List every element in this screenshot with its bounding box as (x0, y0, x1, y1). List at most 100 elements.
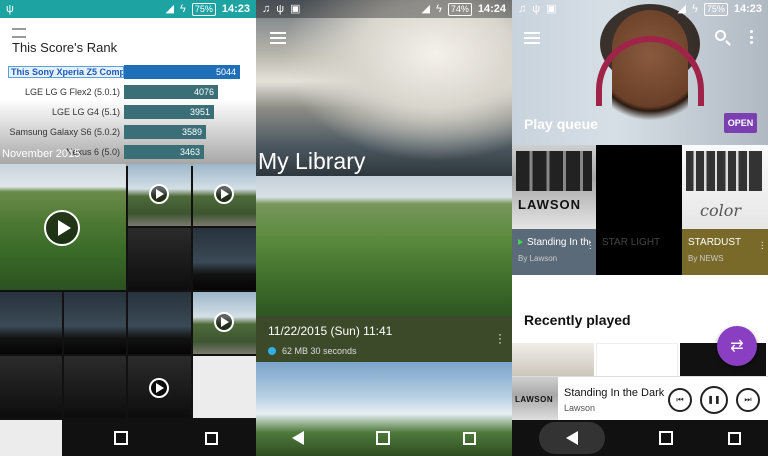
nav-bar (0, 420, 256, 456)
play-icon (214, 184, 234, 204)
home-button[interactable] (114, 431, 129, 445)
play-icon (44, 210, 80, 246)
usb-icon: ψ (6, 2, 14, 15)
open-button[interactable]: OPEN (724, 113, 757, 133)
queue-item-title-text: Standing In the Dark (527, 237, 590, 248)
rank-device-name: LGE LG G4 (5.1) (51, 106, 120, 117)
pause-icon[interactable]: ❚❚ (700, 385, 728, 414)
mini-player-art: LAWSON (512, 376, 558, 423)
charging-icon: ϟ (180, 2, 186, 15)
gallery-photo-thumb[interactable] (128, 292, 191, 354)
music-player-panel: ♫ ψ ▣ ◢ ϟ 75% 14:23 Play queue OPEN LAWS… (512, 0, 768, 456)
gallery-screenshot-thumb[interactable] (0, 356, 62, 418)
now-playing-artist: Lawson (564, 402, 596, 413)
rank-score-bar: 5044 (124, 64, 240, 79)
rank-score-bar: 3951 (124, 104, 214, 119)
recents-button[interactable] (462, 431, 476, 445)
library-title: My Library (258, 148, 366, 174)
search-icon[interactable] (715, 30, 726, 41)
usb-icon: ψ (532, 2, 541, 15)
queue-item-meta: STAR LIGHT (596, 229, 682, 275)
home-button[interactable] (376, 431, 391, 445)
gallery-photo-thumb[interactable] (193, 228, 256, 290)
more-options-icon[interactable]: · · · (589, 238, 592, 254)
signal-icon: ◢ (677, 2, 687, 15)
rank-score-bar: 3589 (124, 124, 206, 139)
status-bar: ψ ◢ ϟ 75% 14:23 (0, 0, 256, 18)
signal-icon: ◢ (165, 2, 175, 15)
screenshot-root: ψ ◢ ϟ 75% 14:23 This Score's Rank This S… (0, 0, 768, 456)
gallery-photo-thumb[interactable] (0, 292, 62, 354)
play-queue-label: Play queue (524, 116, 598, 132)
album-logo: LAWSON (518, 197, 582, 212)
queue-item-title: Standing In the Dark (518, 237, 590, 248)
mini-player[interactable]: LAWSON Standing In the Dark Lawson ⏮ ❚❚ … (512, 376, 768, 423)
recent-album[interactable] (596, 343, 678, 379)
gallery-screenshot-thumb[interactable] (64, 356, 126, 418)
status-time: 14:23 (733, 3, 762, 15)
band-photo (686, 151, 762, 191)
previous-track-icon[interactable]: ⏮ (668, 387, 692, 412)
rank-title: This Score's Rank (12, 40, 118, 55)
menu-icon[interactable] (12, 28, 26, 38)
music-icon: ♫ (518, 2, 527, 15)
benchmark-gallery-panel: ψ ◢ ϟ 75% 14:23 This Score's Rank This S… (0, 0, 256, 456)
rank-row: LGE LG G Flex2 (5.0.1) 4076 (8, 83, 248, 100)
queue-item-artist: By Lawson (518, 254, 558, 263)
status-time: 14:24 (477, 3, 506, 15)
gallery-video-thumb[interactable] (128, 356, 191, 418)
home-button[interactable] (659, 431, 674, 445)
usb-icon: ψ (276, 2, 285, 15)
album-title-art: color (700, 201, 741, 220)
battery-indicator: 74% (447, 2, 472, 16)
queue-item-title: STAR LIGHT (602, 237, 661, 248)
next-track-icon[interactable]: ⏭ (736, 387, 760, 412)
more-options-icon[interactable]: · · · (761, 238, 764, 254)
shuffle-button[interactable]: ⇄ (717, 326, 757, 366)
album-art: LAWSON (512, 145, 596, 229)
library-item-info[interactable]: 11/22/2015 (Sun) 11:41 62 MB 30 seconds … (256, 316, 512, 362)
item-date: 11/22/2015 (Sun) 11:41 (268, 324, 393, 338)
queue-item-meta: Standing In the Dark By Lawson ··· (512, 229, 596, 275)
menu-icon[interactable] (524, 32, 540, 44)
gallery-screenshot-thumb[interactable] (193, 356, 256, 418)
queue-item-artist: By NEWS (688, 254, 724, 263)
queue-item[interactable]: STAR LIGHT (596, 145, 682, 275)
menu-icon[interactable] (270, 32, 286, 44)
video-type-icon (268, 347, 276, 355)
now-playing-title: Standing In the Dark (564, 386, 665, 399)
more-options-icon[interactable]: · · · (498, 328, 502, 348)
rank-device-name: Samsung Galaxy S6 (5.0.2) (9, 126, 120, 137)
band-photo (516, 151, 592, 191)
play-icon (149, 184, 169, 204)
library-featured-video[interactable] (256, 176, 512, 316)
recents-button[interactable] (727, 431, 741, 445)
recent-album[interactable] (512, 343, 594, 379)
queue-item[interactable]: LAWSON Standing In the Dark By Lawson ··… (512, 145, 596, 275)
mini-player-text: Standing In the Dark Lawson (558, 387, 668, 413)
gallery-video-thumb[interactable] (193, 292, 256, 354)
rank-score-bar: 3463 (124, 144, 204, 159)
back-button[interactable] (539, 422, 606, 454)
rank-row: This Sony Xperia Z5 Comp... 5044 (8, 63, 248, 80)
gallery-screenshot-thumb[interactable] (128, 228, 191, 290)
music-icon: ♫ (262, 2, 271, 15)
battery-indicator: 75% (703, 2, 728, 16)
gallery-photo-thumb[interactable] (64, 292, 126, 354)
gallery-video-thumb[interactable] (193, 164, 256, 226)
back-button[interactable] (292, 431, 305, 445)
queue-item[interactable]: color STARDUST By NEWS · · · (682, 145, 768, 275)
recents-button[interactable] (204, 431, 218, 445)
rank-list: This Sony Xperia Z5 Comp... 5044 LGE LG G … (8, 63, 248, 160)
overflow-menu-icon[interactable] (750, 30, 754, 44)
gallery-video-thumb[interactable] (0, 164, 126, 290)
item-meta-text: 62 MB 30 seconds (282, 346, 357, 356)
rank-device-name: This Sony Xperia Z5 Comp... (8, 65, 124, 78)
queue-item-title: STARDUST (688, 237, 742, 248)
gallery-video-thumb[interactable] (128, 164, 191, 226)
nav-bar (256, 420, 512, 456)
play-icon (149, 378, 169, 398)
mini-art-logo: LAWSON (515, 394, 554, 404)
rank-score-bar: 4076 (124, 84, 218, 99)
recently-played-title: Recently played (524, 312, 631, 328)
